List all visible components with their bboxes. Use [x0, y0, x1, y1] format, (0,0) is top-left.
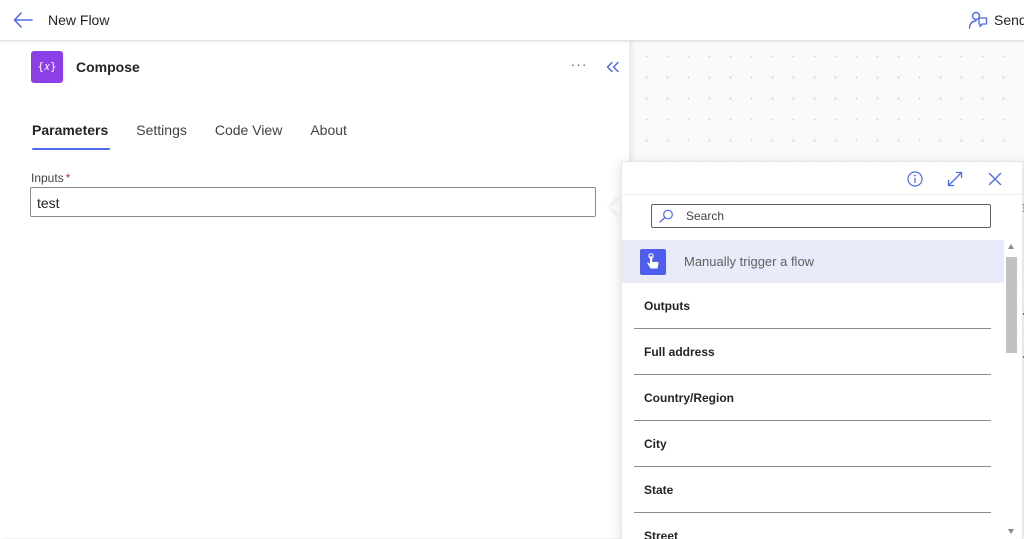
- top-bar: New Flow Send: [0, 0, 1024, 41]
- list-item[interactable]: Outputs: [634, 283, 991, 329]
- send-feedback-label: Send: [994, 12, 1024, 28]
- arrow-left-icon: [13, 12, 33, 28]
- tab-code-view[interactable]: Code View: [215, 122, 282, 150]
- list-item[interactable]: State: [634, 467, 991, 513]
- search-icon: [658, 209, 678, 223]
- required-mark: *: [65, 171, 71, 185]
- scroll-down-arrow[interactable]: [1008, 529, 1014, 534]
- popup-header: [622, 162, 1022, 195]
- back-button[interactable]: [10, 8, 36, 32]
- action-title[interactable]: Compose: [76, 59, 140, 75]
- expand-diagonal-icon: [947, 171, 963, 187]
- list-item[interactable]: Full address: [634, 329, 991, 375]
- trigger-label: Manually trigger a flow: [684, 254, 815, 269]
- info-icon: [907, 171, 923, 187]
- tab-settings[interactable]: Settings: [136, 122, 187, 150]
- tab-parameters[interactable]: Parameters: [32, 122, 111, 150]
- flow-title[interactable]: New Flow: [48, 12, 109, 28]
- double-chevron-left-icon: [606, 61, 620, 73]
- inputs-field[interactable]: test: [30, 187, 596, 217]
- close-icon: [988, 172, 1002, 186]
- more-options-button[interactable]: ···: [568, 56, 590, 76]
- close-button[interactable]: [986, 170, 1004, 188]
- expand-button[interactable]: [946, 170, 964, 188]
- scroll-up-arrow[interactable]: [1008, 244, 1014, 249]
- person-feedback-icon: [968, 10, 988, 30]
- inputs-label: Inputs *: [31, 171, 71, 185]
- tab-about[interactable]: About: [310, 122, 347, 150]
- send-feedback-button[interactable]: Send: [968, 8, 1024, 32]
- list-item[interactable]: City: [634, 421, 991, 467]
- panel-tabs: Parameters Settings Code View About: [32, 122, 375, 150]
- trigger-group-header[interactable]: Manually trigger a flow: [622, 240, 1004, 283]
- list-item[interactable]: Country/Region: [634, 375, 991, 421]
- popup-scrollbar[interactable]: [1004, 240, 1020, 539]
- dynamic-content-popup: Manually trigger a flow Outputs Full add…: [621, 161, 1023, 539]
- collapse-panel-button[interactable]: [603, 57, 623, 77]
- dynamic-content-list: Outputs Full address Country/Region City…: [634, 283, 991, 539]
- hand-touch-icon: [640, 248, 666, 275]
- search-box[interactable]: [651, 204, 991, 228]
- action-properties-panel: {𝑥} Compose ··· Parameters Settings Code…: [0, 40, 629, 538]
- scroll-thumb[interactable]: [1006, 257, 1017, 353]
- search-input[interactable]: [686, 209, 976, 223]
- compose-variable-icon: {𝑥}: [31, 51, 63, 83]
- info-button[interactable]: [906, 170, 924, 188]
- list-item[interactable]: Street: [634, 513, 991, 539]
